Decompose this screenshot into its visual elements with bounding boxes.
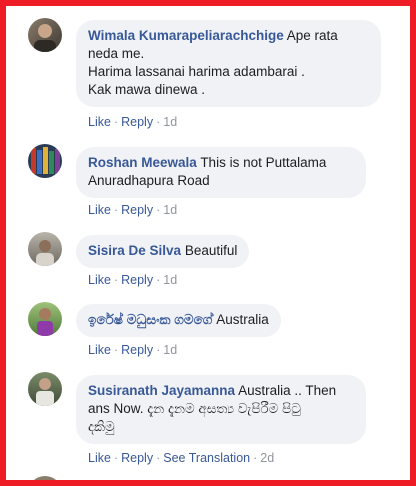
person-photo-icon bbox=[36, 240, 54, 266]
reply-link[interactable]: Reply bbox=[121, 343, 153, 357]
comment-text: ans Now. දැන දැනම අසත්‍ය වැපිරීම පිටු bbox=[88, 401, 301, 416]
comment-actions: Like · Reply · See Translation · 2d bbox=[88, 451, 275, 465]
timestamp[interactable]: 1d bbox=[163, 343, 177, 357]
like-link[interactable]: Like bbox=[88, 273, 111, 287]
comment-3: Sisira De Silva Beautiful Like · Reply · 1d bbox=[22, 228, 400, 290]
comment-bubble: ඉරේෂ් මධුසංක ගමගේ Australia bbox=[76, 304, 281, 337]
comment-text: Kak mawa dinewa . bbox=[88, 82, 206, 97]
comment-2: Roshan Meewala This is not Puttalama Anu… bbox=[22, 140, 400, 220]
comment-text: This is not Puttalama bbox=[200, 155, 327, 170]
like-link[interactable]: Like bbox=[88, 203, 111, 217]
bookshelf-photo-icon bbox=[31, 147, 60, 174]
comment-1: Wimala Kumarapeliarachchige Ape rata ned… bbox=[22, 14, 400, 134]
reply-link[interactable]: Reply bbox=[121, 273, 153, 287]
comment-actions: Like · Reply · 1d bbox=[88, 115, 178, 129]
comment-author[interactable]: Wimala Kumarapeliarachchige bbox=[88, 28, 284, 43]
avatar[interactable] bbox=[28, 372, 62, 406]
person-photo-icon bbox=[36, 378, 54, 406]
comment-author[interactable]: Sisira De Silva bbox=[88, 243, 181, 258]
avatar[interactable] bbox=[28, 18, 62, 52]
person-photo-icon bbox=[34, 24, 56, 52]
reply-link[interactable]: Reply bbox=[121, 203, 153, 217]
comment-bubble: Sisira De Silva Beautiful bbox=[76, 235, 250, 268]
comment-text: Australia .. Then bbox=[238, 383, 337, 398]
comment-actions: Like · Reply · 1d bbox=[88, 343, 178, 357]
timestamp[interactable]: 1d bbox=[163, 273, 177, 287]
comment-author[interactable]: ඉරේෂ් මධුසංක ගමගේ bbox=[88, 312, 212, 327]
avatar[interactable] bbox=[28, 144, 62, 178]
avatar[interactable] bbox=[28, 302, 62, 336]
avatar[interactable] bbox=[28, 232, 62, 266]
comments-screenshot-frame: Wimala Kumarapeliarachchige Ape rata ned… bbox=[0, 0, 416, 486]
timestamp[interactable]: 2d bbox=[260, 451, 274, 465]
like-link[interactable]: Like bbox=[88, 115, 111, 129]
comment-bubble: Wimala Kumarapeliarachchige Ape rata ned… bbox=[76, 20, 381, 107]
reply-link[interactable]: Reply bbox=[121, 115, 153, 129]
comment-actions: Like · Reply · 1d bbox=[88, 273, 178, 287]
see-translation-link[interactable]: See Translation bbox=[163, 451, 250, 465]
comment-text: Anuradhapura Road bbox=[88, 173, 210, 188]
comment-text: Australia bbox=[216, 312, 269, 327]
comment-text: දකිමු bbox=[88, 419, 115, 434]
comment-author[interactable]: Susiranath Jayamanna bbox=[88, 383, 235, 398]
reply-link[interactable]: Reply bbox=[121, 451, 153, 465]
comment-text: Beautiful bbox=[184, 243, 238, 258]
comment-5: Susiranath Jayamanna Australia .. Then a… bbox=[22, 368, 400, 478]
comment-text: neda me. bbox=[88, 46, 145, 61]
person-photo-icon bbox=[37, 308, 53, 336]
timestamp[interactable]: 1d bbox=[163, 203, 177, 217]
comment-4: ඉරේෂ් මධුසංක ගමගේ Australia Like · Reply · 1… bbox=[22, 298, 400, 360]
like-link[interactable]: Like bbox=[88, 343, 111, 357]
comment-text: Harima lassanai harima adambarai . bbox=[88, 64, 305, 79]
comment-actions: Like · Reply · 1d bbox=[88, 203, 178, 217]
comment-bubble: Roshan Meewala This is not Puttalama Anu… bbox=[76, 147, 366, 198]
comment-text: Ape rata bbox=[286, 28, 338, 43]
comment-author[interactable]: Roshan Meewala bbox=[88, 155, 197, 170]
timestamp[interactable]: 1d bbox=[163, 115, 177, 129]
comment-bubble: Susiranath Jayamanna Australia .. Then a… bbox=[76, 375, 366, 444]
like-link[interactable]: Like bbox=[88, 451, 111, 465]
